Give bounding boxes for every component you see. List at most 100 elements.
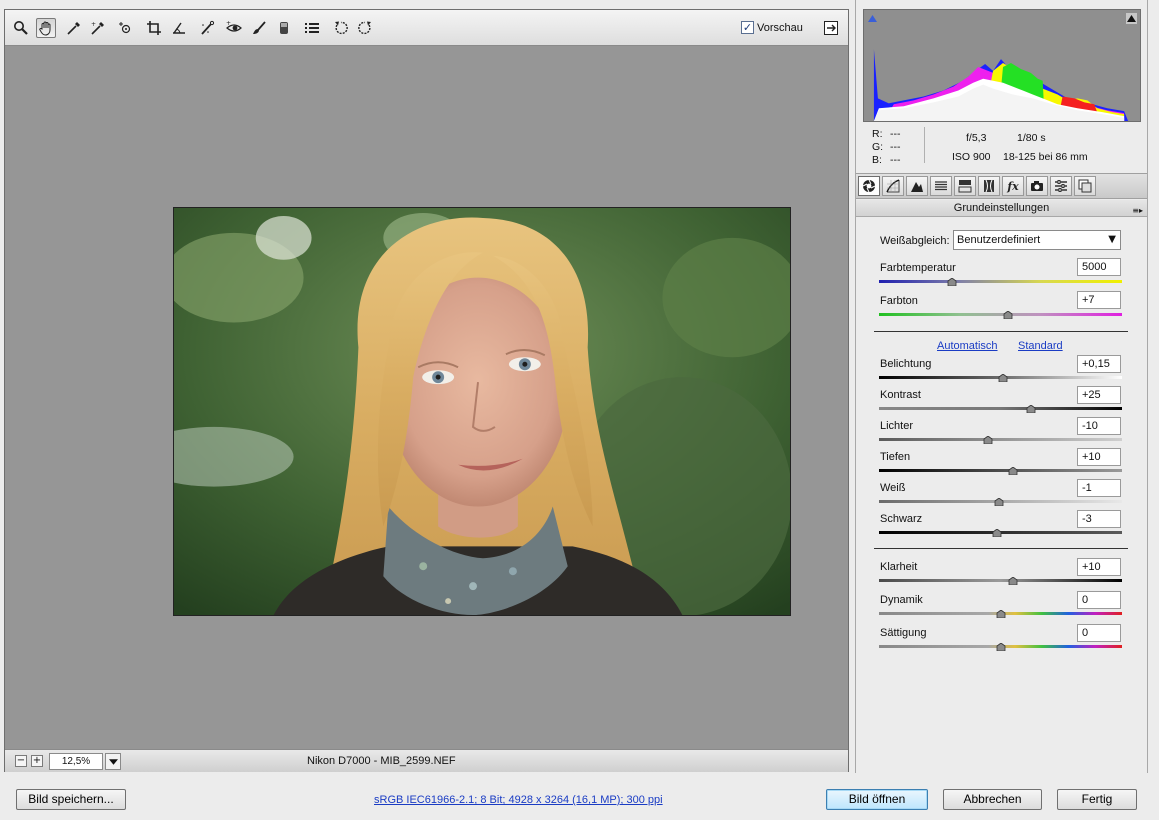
targeted-adjustment-tool-icon[interactable] — [116, 18, 136, 38]
aperture-value: f/5,3 — [966, 132, 987, 144]
clarity-slider-track[interactable] — [879, 579, 1122, 582]
green-label: G: — [872, 141, 884, 153]
shutter-value: 1/80 s — [1017, 132, 1046, 144]
saturation-field[interactable]: 0 — [1077, 624, 1121, 642]
contrast-slider-track[interactable] — [879, 407, 1122, 410]
tab-presets-icon[interactable] — [1050, 176, 1072, 196]
white-balance-value: Benutzerdefiniert — [957, 234, 1041, 246]
shadows-slider-thumb[interactable] — [1008, 467, 1018, 475]
zoom-out-button[interactable]: − — [15, 755, 27, 767]
fullscreen-toggle-icon[interactable] — [821, 18, 841, 38]
clarity-field[interactable]: +10 — [1077, 558, 1121, 576]
tab-hsl-icon[interactable] — [930, 176, 952, 196]
rotate-cw-icon[interactable] — [355, 18, 375, 38]
highlights-slider-thumb[interactable] — [983, 436, 993, 444]
shadows-label: Tiefen — [880, 451, 911, 463]
image-canvas[interactable] — [5, 47, 848, 749]
contrast-field[interactable]: +25 — [1077, 386, 1121, 404]
auto-link[interactable]: Automatisch — [937, 340, 998, 352]
red-value: --- — [890, 128, 901, 140]
tab-basic-icon[interactable] — [858, 176, 880, 196]
rotate-ccw-icon[interactable] — [331, 18, 351, 38]
vibrance-label: Dynamik — [880, 594, 923, 606]
blue-value: --- — [890, 154, 901, 166]
highlights-slider-track[interactable] — [879, 438, 1122, 441]
saturation-slider-thumb[interactable] — [996, 643, 1006, 651]
temperature-label: Farbtemperatur — [880, 262, 956, 274]
spot-removal-tool-icon[interactable] — [197, 18, 217, 38]
tab-split-toning-icon[interactable] — [954, 176, 976, 196]
tab-snapshots-icon[interactable] — [1074, 176, 1096, 196]
exposure-label: Belichtung — [880, 358, 932, 370]
white-balance-select[interactable]: Benutzerdefiniert ▼ — [953, 230, 1121, 250]
contrast-slider-thumb[interactable] — [1026, 405, 1036, 413]
graduated-filter-icon[interactable] — [274, 18, 294, 38]
svg-text:+: + — [226, 20, 231, 27]
tint-label: Farbton — [880, 295, 918, 307]
panel-title: Grundeinstellungen — [953, 202, 1050, 214]
blue-label: B: — [872, 154, 882, 166]
shadow-clipping-warning-icon[interactable] — [867, 13, 878, 24]
preview-checkbox[interactable]: ✓ — [741, 21, 754, 34]
iso-value: ISO 900 — [952, 151, 991, 163]
whites-label: Weiß — [880, 482, 906, 494]
zoom-tool-icon[interactable] — [11, 18, 31, 38]
tab-tone-curve-icon[interactable] — [882, 176, 904, 196]
file-name: Nikon D7000 - MIB_2599.NEF — [307, 755, 456, 767]
temperature-slider-thumb[interactable] — [947, 278, 957, 286]
workflow-options-link[interactable]: sRGB IEC61966-2.1; 8 Bit; 4928 x 3264 (1… — [374, 794, 663, 806]
preview-toggle[interactable]: ✓ Vorschau — [741, 21, 803, 34]
highlights-field[interactable]: -10 — [1077, 417, 1121, 435]
color-sampler-tool-icon[interactable]: + — [88, 18, 108, 38]
tint-field[interactable]: +7 — [1077, 291, 1121, 309]
straighten-tool-icon[interactable] — [169, 18, 189, 38]
preview-label: Vorschau — [757, 21, 803, 34]
white-balance-tool-icon[interactable] — [64, 18, 84, 38]
tab-detail-icon[interactable] — [906, 176, 928, 196]
whites-slider-thumb[interactable] — [994, 498, 1004, 506]
section-divider — [874, 331, 1128, 332]
red-eye-removal-tool-icon[interactable]: + — [224, 18, 244, 38]
adjustment-brush-icon[interactable] — [249, 18, 269, 38]
temperature-slider-track[interactable] — [879, 280, 1122, 283]
temperature-field[interactable]: 5000 — [1077, 258, 1121, 276]
tint-slider-thumb[interactable] — [1003, 311, 1013, 319]
adjustments-pane: R: --- G: --- B: --- f/5,3 1/80 s ISO 90… — [855, 0, 1148, 773]
zoom-in-button[interactable]: + — [31, 755, 43, 767]
contrast-label: Kontrast — [880, 389, 921, 401]
preferences-icon[interactable] — [302, 18, 322, 38]
exposure-field[interactable]: +0,15 — [1077, 355, 1121, 373]
clarity-slider-thumb[interactable] — [1008, 577, 1018, 585]
exposure-slider-thumb[interactable] — [998, 374, 1008, 382]
blacks-field[interactable]: -3 — [1077, 510, 1121, 528]
shadows-slider-track[interactable] — [879, 469, 1122, 472]
cancel-button[interactable]: Abbrechen — [943, 789, 1042, 810]
vibrance-slider-thumb[interactable] — [996, 610, 1006, 618]
lens-value: 18-125 bei 86 mm — [1003, 151, 1088, 163]
open-image-button[interactable]: Bild öffnen — [826, 789, 928, 810]
photo-preview[interactable] — [173, 207, 791, 616]
red-label: R: — [872, 128, 883, 140]
zoom-level-field[interactable]: 12,5% — [49, 753, 103, 770]
svg-text:+: + — [91, 21, 96, 28]
panel-header: Grundeinstellungen ≡▸ — [856, 200, 1147, 217]
crop-tool-icon[interactable] — [144, 18, 164, 38]
whites-field[interactable]: -1 — [1077, 479, 1121, 497]
readout-divider — [924, 127, 925, 163]
highlight-clipping-warning-icon[interactable] — [1126, 13, 1137, 24]
tab-camera-calibration-icon[interactable] — [1026, 176, 1048, 196]
saturation-label: Sättigung — [880, 627, 927, 639]
blacks-slider-thumb[interactable] — [992, 529, 1002, 537]
zoom-dropdown-button[interactable] — [105, 753, 121, 770]
camera-readout: R: --- G: --- B: --- f/5,3 1/80 s ISO 90… — [870, 127, 1140, 167]
tab-lens-corrections-icon[interactable] — [978, 176, 1000, 196]
panel-menu-icon[interactable]: ≡▸ — [1132, 203, 1143, 219]
done-button[interactable]: Fertig — [1057, 789, 1137, 810]
default-link[interactable]: Standard — [1018, 340, 1063, 352]
vibrance-field[interactable]: 0 — [1077, 591, 1121, 609]
tint-slider-track[interactable] — [879, 313, 1122, 316]
save-image-button[interactable]: Bild speichern... — [16, 789, 126, 810]
shadows-field[interactable]: +10 — [1077, 448, 1121, 466]
tab-effects-icon[interactable]: fx — [1002, 176, 1024, 196]
hand-tool-icon[interactable] — [36, 18, 56, 38]
